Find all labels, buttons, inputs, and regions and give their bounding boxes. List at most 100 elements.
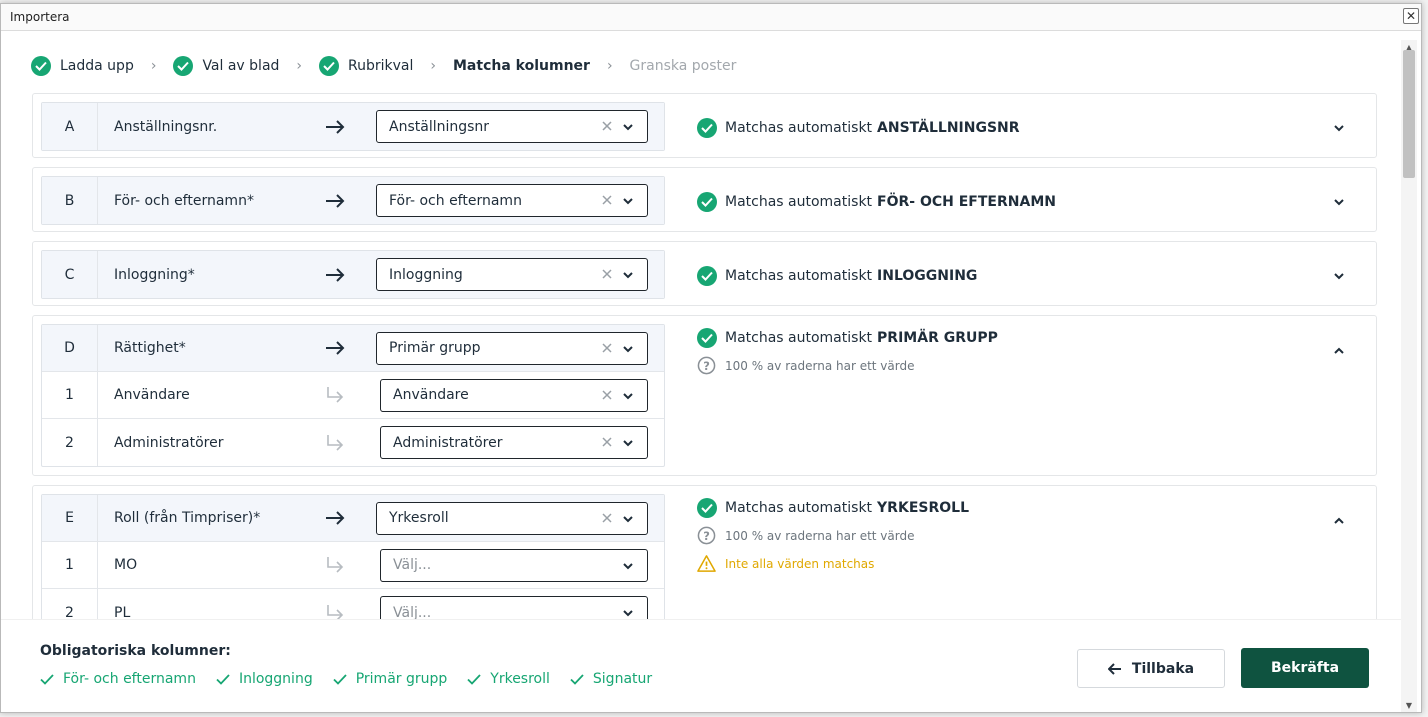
required-column-label: Inloggning xyxy=(238,671,313,687)
status-prefix: Matchas automatiskt xyxy=(725,268,873,284)
status-prefix: Matchas automatiskt xyxy=(725,194,873,210)
checkmark-icon xyxy=(216,673,230,685)
confirm-button-label: Bekräfta xyxy=(1270,660,1340,676)
chevron-down-icon xyxy=(623,515,633,522)
chevron-up-icon[interactable] xyxy=(1332,514,1346,528)
step-sheet[interactable]: Val av blad xyxy=(173,56,279,76)
matched-field: INLOGGNING xyxy=(877,268,978,284)
arrow-right-icon xyxy=(320,119,350,134)
chevron-up-icon[interactable] xyxy=(1332,344,1346,358)
value-label: PL xyxy=(114,604,131,620)
select-value: Primär grupp xyxy=(389,340,481,356)
clear-icon[interactable] xyxy=(600,193,614,207)
value-select[interactable]: Användare xyxy=(380,378,648,412)
confirm-button[interactable]: Bekräfta xyxy=(1241,648,1369,688)
close-icon: ✕ xyxy=(1405,9,1417,23)
chevron-down-icon[interactable] xyxy=(1332,121,1346,135)
column-select[interactable]: Yrkesroll xyxy=(376,501,648,535)
check-circle-icon xyxy=(173,56,194,76)
value-select[interactable]: Välj... xyxy=(380,596,648,619)
warning-info: Inte alla värden matchas xyxy=(697,554,874,573)
clear-icon[interactable] xyxy=(600,388,614,402)
mapping-table: E Roll (från Timpriser)* Yrkesroll 1 MO … xyxy=(41,494,665,619)
required-column: För- och efternamn xyxy=(40,671,196,687)
value-row: 2 PL Välj... xyxy=(42,589,664,619)
check-circle-icon xyxy=(31,56,51,76)
mapping-table: A Anställningsnr. Anställningsnr xyxy=(41,102,665,151)
svg-text:?: ? xyxy=(703,359,710,373)
vertical-scrollbar[interactable]: ▲ ▼ xyxy=(1401,40,1417,712)
required-column: Signatur xyxy=(570,671,652,687)
select-value: Administratörer xyxy=(393,434,503,451)
column-letter: E xyxy=(42,495,98,541)
match-status: Matchas automatiskt INLOGGNING xyxy=(697,266,977,286)
chevron-right-icon: › xyxy=(296,58,303,74)
value-label: Administratörer xyxy=(114,434,224,451)
scroll-thumb[interactable] xyxy=(1403,50,1415,178)
check-circle-icon xyxy=(697,328,717,348)
value-select[interactable]: Administratörer xyxy=(380,426,648,459)
column-select[interactable]: Inloggning xyxy=(376,258,648,291)
question-circle-icon: ? xyxy=(697,356,716,375)
value-label: Användare xyxy=(114,387,190,403)
column-row: D Rättighet* Primär grupp xyxy=(42,325,664,372)
checkmark-icon xyxy=(467,673,481,685)
column-row: B För- och efternamn* För- och efternamn xyxy=(42,177,664,224)
column-card-d: D Rättighet* Primär grupp 1 Användare An… xyxy=(32,315,1377,476)
column-select[interactable]: Primär grupp xyxy=(376,331,648,365)
question-circle-icon: ? xyxy=(697,526,716,545)
dialog-titlebar: Importera ✕ xyxy=(1,4,1421,31)
scroll-down-icon[interactable]: ▼ xyxy=(1401,698,1417,712)
clear-icon[interactable] xyxy=(600,267,614,281)
column-card-c: C Inloggning* Inloggning Matchas automat… xyxy=(32,241,1377,306)
mapping-table: D Rättighet* Primär grupp 1 Användare An… xyxy=(41,324,665,467)
required-column-label: Signatur xyxy=(592,671,653,687)
arrow-right-icon xyxy=(320,267,350,282)
coverage-info: ? 100 % av raderna har ett värde xyxy=(697,526,914,545)
value-index: 2 xyxy=(42,419,98,466)
stepper: Ladda upp › Val av blad › Rubrikval › Ma… xyxy=(31,55,736,77)
clear-icon[interactable] xyxy=(600,435,614,449)
check-circle-icon xyxy=(319,56,340,76)
back-button[interactable]: Tillbaka xyxy=(1077,649,1225,688)
arrow-return-icon xyxy=(320,434,350,452)
dialog-content: Ladda upp › Val av blad › Rubrikval › Ma… xyxy=(1,32,1401,619)
status-prefix: Matchas automatiskt xyxy=(725,330,873,346)
required-column: Inloggning xyxy=(216,671,313,687)
column-label: Roll (från Timpriser)* xyxy=(114,510,261,526)
select-value: För- och efternamn xyxy=(389,192,522,209)
value-index: 1 xyxy=(42,372,98,418)
select-value: Anställningsnr xyxy=(389,118,490,135)
step-match-columns[interactable]: Matcha kolumner xyxy=(453,58,590,74)
arrow-return-icon xyxy=(320,556,350,574)
close-button[interactable]: ✕ xyxy=(1403,8,1419,24)
column-select[interactable]: För- och efternamn xyxy=(376,184,648,217)
coverage-text: 100 % av raderna har ett värde xyxy=(725,358,915,373)
matched-field: ANSTÄLLNINGSNR xyxy=(877,120,1020,136)
value-select[interactable]: Välj... xyxy=(380,548,648,582)
clear-icon[interactable] xyxy=(600,341,614,355)
step-label: Granska poster xyxy=(629,58,737,74)
svg-text:?: ? xyxy=(703,529,710,543)
value-index: 2 xyxy=(42,589,98,619)
warning-text: Inte alla värden matchas xyxy=(725,556,875,571)
matched-field: YRKESROLL xyxy=(877,500,969,516)
column-label: Anställningsnr. xyxy=(114,118,218,135)
step-label: Rubrikval xyxy=(348,58,414,74)
step-upload[interactable]: Ladda upp xyxy=(31,56,134,76)
matched-field: FÖR- OCH EFTERNAMN xyxy=(877,194,1056,210)
column-select[interactable]: Anställningsnr xyxy=(376,110,648,143)
warning-icon xyxy=(697,555,716,572)
chevron-down-icon xyxy=(623,440,633,447)
arrow-left-icon xyxy=(1107,662,1121,675)
chevron-down-icon[interactable] xyxy=(1332,269,1346,283)
required-column: Yrkesroll xyxy=(467,671,550,687)
clear-icon[interactable] xyxy=(600,119,614,133)
column-letter: B xyxy=(42,177,98,224)
chevron-down-icon[interactable] xyxy=(1332,195,1346,209)
step-header[interactable]: Rubrikval xyxy=(319,56,413,76)
mapping-table: B För- och efternamn* För- och efternamn xyxy=(41,176,665,225)
back-button-label: Tillbaka xyxy=(1131,660,1195,677)
checkmark-icon xyxy=(570,673,584,685)
clear-icon[interactable] xyxy=(600,511,614,525)
